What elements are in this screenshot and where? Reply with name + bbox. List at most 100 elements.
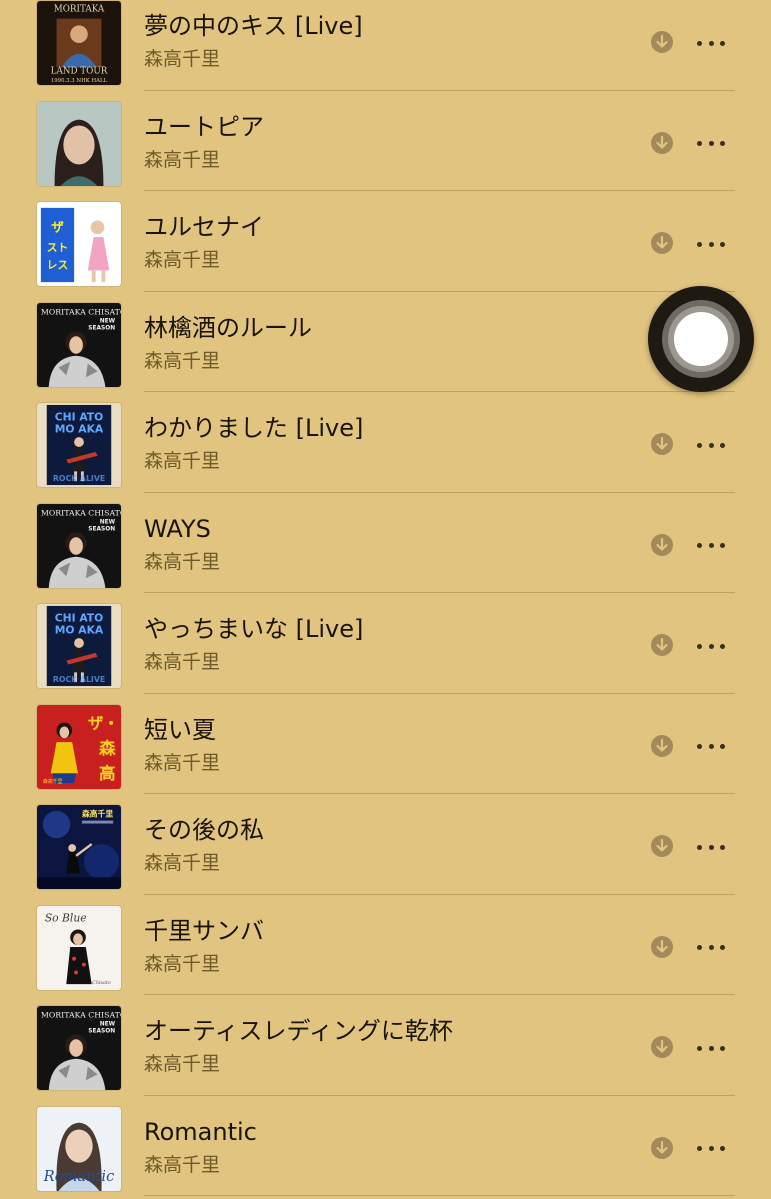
track-artist: 森高千里: [144, 751, 221, 774]
svg-text:MORITAKA CHISATO: MORITAKA CHISATO: [41, 307, 121, 316]
ellipsis-icon[interactable]: [697, 141, 725, 147]
svg-text:高: 高: [99, 763, 116, 783]
svg-text:MORITAKA CHISATO: MORITAKA CHISATO: [41, 1011, 121, 1020]
album-art: MORITAKA LAND TOUR 1990.3.3 NHK HALL: [36, 0, 122, 86]
track-artist: 森高千里: [144, 249, 221, 271]
ellipsis-icon[interactable]: [697, 844, 725, 850]
album-art: CHI ATO MO AKA ROCK ALIVE: [36, 402, 122, 488]
svg-text:NEW: NEW: [100, 1022, 116, 1028]
arrow-down-circle-icon[interactable]: [651, 734, 673, 757]
album-art: 森高千里: [36, 804, 122, 890]
track-row[interactable]: Romantic Romantic 森高千里: [0, 1096, 771, 1196]
track-list: MORITAKA LAND TOUR 1990.3.3 NHK HALL 夢の中のキス…: [0, 0, 771, 1196]
assistive-touch-button[interactable]: [648, 286, 754, 392]
svg-text:Chisato: Chisato: [92, 980, 111, 986]
arrow-down-circle-icon[interactable]: [651, 232, 673, 254]
svg-text:Romantic: Romantic: [43, 1168, 115, 1185]
ellipsis-icon[interactable]: [697, 1045, 725, 1051]
arrow-down-circle-icon[interactable]: [651, 1136, 673, 1159]
track-artist: 森高千里: [144, 952, 221, 975]
ellipsis-icon[interactable]: [697, 241, 725, 247]
svg-text:1990.3.3 NHK HALL: 1990.3.3 NHK HALL: [51, 78, 108, 84]
track-title: その後の私: [144, 816, 264, 844]
svg-text:レス: レス: [47, 258, 68, 271]
arrow-down-circle-icon[interactable]: [651, 533, 673, 556]
track-artist: 森高千里: [144, 651, 221, 673]
ellipsis-icon[interactable]: [697, 643, 725, 649]
track-artist: 森高千里: [144, 1153, 221, 1176]
svg-text:森高千里: 森高千里: [43, 778, 63, 785]
track-title: わかりました [Live]: [144, 414, 364, 442]
svg-text:NEW: NEW: [100, 318, 116, 324]
arrow-down-circle-icon[interactable]: [651, 433, 673, 455]
ellipsis-icon[interactable]: [697, 1146, 725, 1152]
track-title: 夢の中のキス [Live]: [144, 12, 363, 40]
track-row[interactable]: CHI ATO MO AKA ROCK ALIVE やっちまいな [Live] 森高千里: [0, 593, 771, 694]
track-title: やっちまいな [Live]: [144, 615, 364, 643]
arrow-down-circle-icon[interactable]: [651, 1036, 673, 1058]
svg-text:スト: スト: [47, 241, 68, 254]
track-row[interactable]: MORITAKA CHISATO NEW SEASON オーティスレディングに乾杯森高…: [0, 995, 771, 1096]
svg-text:ザ: ザ: [51, 219, 64, 234]
track-title: WAYS: [144, 514, 211, 543]
album-art: MORITAKA CHISATO NEW SEASON: [36, 301, 122, 388]
album-art: So Blue Chisato: [36, 904, 122, 991]
svg-text:SEASON: SEASON: [88, 1028, 115, 1034]
arrow-down-circle-icon[interactable]: [651, 131, 673, 154]
track-row[interactable]: CHI ATO MO AKA ROCK ALIVE わかりました [Live] 森高千里: [0, 392, 771, 493]
svg-text:MO AKA: MO AKA: [55, 422, 104, 435]
track-artist: 森高千里: [144, 450, 221, 472]
album-art: MORITAKA CHISATO NEW SEASON: [36, 502, 122, 589]
album-art: ザ・森高森高千里: [36, 703, 122, 790]
arrow-down-circle-icon[interactable]: [651, 31, 673, 53]
track-row[interactable]: So Blue Chisato 千里サンバ森高千里: [0, 895, 771, 995]
track-title: オーティスレディングに乾杯: [144, 1017, 453, 1045]
track-row[interactable]: ユートピア 森高千里: [0, 91, 771, 191]
track-row[interactable]: 森高千里 その後の私 森高千里: [0, 794, 771, 895]
track-title: 千里サンバ: [144, 916, 264, 945]
row-divider: [144, 1195, 735, 1196]
arrow-down-circle-icon[interactable]: [651, 835, 673, 857]
svg-text:MO AKA: MO AKA: [55, 623, 104, 636]
svg-text:ROCK ALIVE: ROCK ALIVE: [53, 474, 105, 483]
arrow-down-circle-icon[interactable]: [651, 935, 673, 958]
album-art: Romantic: [36, 1105, 122, 1192]
svg-text:MORITAKA CHISATO: MORITAKA CHISATO: [41, 508, 121, 517]
ellipsis-icon[interactable]: [697, 442, 725, 448]
track-row[interactable]: ザスト レス ユルセナイ 森高千里: [0, 191, 771, 292]
album-art: ザスト レス: [36, 201, 122, 287]
track-row[interactable]: MORITAKA LAND TOUR 1990.3.3 NHK HALL 夢の中のキス…: [0, 0, 771, 91]
track-artist: 森高千里: [144, 48, 221, 70]
assistive-touch-core: [674, 312, 728, 366]
track-artist: 森高千里: [144, 349, 221, 372]
svg-text:森: 森: [99, 737, 116, 757]
svg-text:SEASON: SEASON: [88, 325, 115, 331]
track-row[interactable]: MORITAKA CHISATO NEW SEASON WAYS 森高千里: [0, 493, 771, 593]
track-row[interactable]: ザ・森高森高千里 短い夏 森高千里: [0, 694, 771, 794]
track-title: Romantic: [144, 1117, 257, 1146]
album-art: [36, 100, 122, 187]
ellipsis-icon[interactable]: [697, 40, 725, 46]
svg-text:ザ・: ザ・: [88, 714, 119, 732]
svg-text:LAND TOUR: LAND TOUR: [51, 66, 108, 76]
arrow-down-circle-icon[interactable]: [651, 634, 673, 656]
track-title: ユルセナイ: [144, 213, 264, 241]
album-art: MORITAKA CHISATO NEW SEASON: [36, 1005, 122, 1091]
track-title: 短い夏: [144, 715, 216, 744]
track-artist: 森高千里: [144, 550, 221, 573]
track-artist: 森高千里: [144, 852, 221, 874]
svg-text:SEASON: SEASON: [88, 526, 115, 532]
track-title: 林檎酒のルール: [144, 313, 312, 342]
svg-text:NEW: NEW: [100, 519, 116, 525]
track-title: ユートピア: [144, 112, 264, 141]
svg-text:MORITAKA: MORITAKA: [54, 5, 105, 15]
track-artist: 森高千里: [144, 148, 221, 171]
svg-text:So Blue: So Blue: [45, 911, 87, 924]
svg-text:ROCK ALIVE: ROCK ALIVE: [53, 675, 105, 684]
ellipsis-icon[interactable]: [697, 744, 725, 750]
ellipsis-icon[interactable]: [697, 945, 725, 951]
album-art: CHI ATO MO AKA ROCK ALIVE: [36, 603, 122, 689]
track-artist: 森高千里: [144, 1053, 221, 1075]
ellipsis-icon[interactable]: [697, 543, 725, 549]
svg-text:森高千里: 森高千里: [81, 809, 113, 819]
